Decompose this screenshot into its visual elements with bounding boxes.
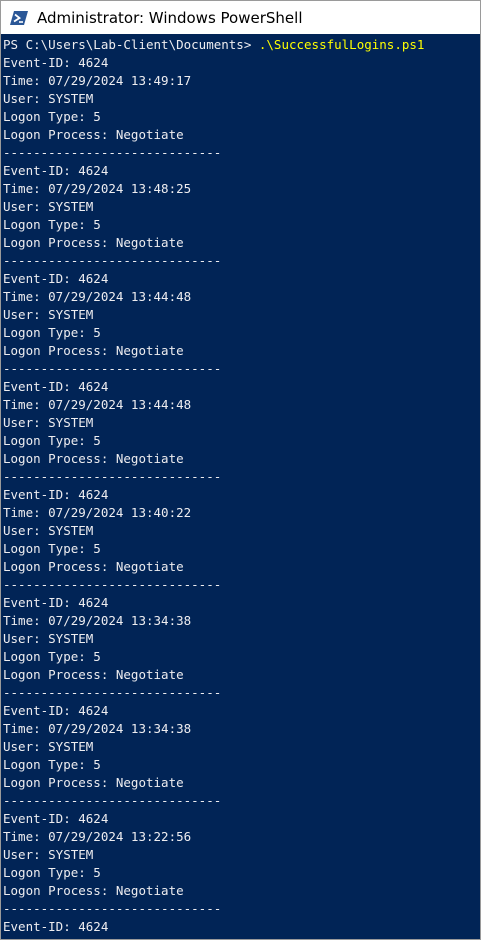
window-title: Administrator: Windows PowerShell	[37, 8, 303, 27]
prompt-path: PS C:\Users\Lab-Client\Documents>	[3, 37, 259, 52]
title-bar[interactable]: Administrator: Windows PowerShell	[1, 1, 480, 34]
separator-line: -----------------------------	[3, 793, 222, 808]
event-id-line: Event-ID: 4624	[3, 703, 109, 718]
event-logon-process-line: Logon Process: Negotiate	[3, 235, 184, 250]
event-user-line: User: SYSTEM	[3, 847, 94, 862]
separator-line: -----------------------------	[3, 145, 222, 160]
event-id-line: Event-ID: 4624	[3, 379, 109, 394]
event-logon-process-line: Logon Process: Negotiate	[3, 883, 184, 898]
powershell-icon	[10, 10, 28, 25]
event-logon-type-line: Logon Type: 5	[3, 433, 101, 448]
event-user-line: User: SYSTEM	[3, 739, 94, 754]
event-id-line: Event-ID: 4624	[3, 271, 109, 286]
event-time-line: Time: 07/29/2024 13:34:38	[3, 721, 192, 736]
separator-line: -----------------------------	[3, 361, 222, 376]
separator-line: -----------------------------	[3, 901, 222, 916]
event-logon-process-line: Logon Process: Negotiate	[3, 127, 184, 142]
event-time-line: Time: 07/29/2024 13:49:17	[3, 73, 192, 88]
powershell-window: Administrator: Windows PowerShell PS C:\…	[0, 0, 481, 940]
event-time-line: Time: 07/29/2024 13:34:38	[3, 613, 192, 628]
command-text: .\SuccessfulLogins.ps1	[258, 37, 425, 52]
console-output[interactable]: PS C:\Users\Lab-Client\Documents> .\Succ…	[1, 34, 480, 939]
separator-line: -----------------------------	[3, 469, 222, 484]
event-id-line: Event-ID: 4624	[3, 55, 109, 70]
event-logon-process-line: Logon Process: Negotiate	[3, 559, 184, 574]
event-id-line: Event-ID: 4624	[3, 595, 109, 610]
event-id-line: Event-ID: 4624	[3, 919, 109, 934]
event-user-line: User: SYSTEM	[3, 91, 94, 106]
separator-line: -----------------------------	[3, 577, 222, 592]
event-logon-process-line: Logon Process: Negotiate	[3, 667, 184, 682]
event-logon-type-line: Logon Type: 5	[3, 217, 101, 232]
event-logon-type-line: Logon Type: 5	[3, 325, 101, 340]
event-id-line: Event-ID: 4624	[3, 811, 109, 826]
separator-line: -----------------------------	[3, 253, 222, 268]
event-time-line: Time: 07/29/2024 13:44:48	[3, 397, 192, 412]
event-user-line: User: SYSTEM	[3, 415, 94, 430]
event-id-line: Event-ID: 4624	[3, 487, 109, 502]
event-logon-process-line: Logon Process: Negotiate	[3, 343, 184, 358]
event-logon-type-line: Logon Type: 5	[3, 541, 101, 556]
prompt-line: PS C:\Users\Lab-Client\Documents> .\Succ…	[1, 36, 480, 54]
event-logon-type-line: Logon Type: 5	[3, 865, 101, 880]
event-logon-type-line: Logon Type: 5	[3, 757, 101, 772]
event-time-line: Time: 07/29/2024 13:22:56	[3, 829, 192, 844]
event-user-line: User: SYSTEM	[3, 523, 94, 538]
event-time-line: Time: 07/29/2024 13:40:22	[3, 505, 192, 520]
event-logon-type-line: Logon Type: 5	[3, 649, 101, 664]
event-time-line: Time: 07/29/2024 13:44:48	[3, 289, 192, 304]
event-logon-process-line: Logon Process: Negotiate	[3, 775, 184, 790]
event-id-line: Event-ID: 4624	[3, 163, 109, 178]
event-logon-process-line: Logon Process: Negotiate	[3, 451, 184, 466]
event-user-line: User: SYSTEM	[3, 307, 94, 322]
separator-line: -----------------------------	[3, 685, 222, 700]
event-time-line: Time: 07/29/2024 13:48:25	[3, 181, 192, 196]
event-logon-type-line: Logon Type: 5	[3, 109, 101, 124]
event-user-line: User: SYSTEM	[3, 199, 94, 214]
event-user-line: User: SYSTEM	[3, 631, 94, 646]
